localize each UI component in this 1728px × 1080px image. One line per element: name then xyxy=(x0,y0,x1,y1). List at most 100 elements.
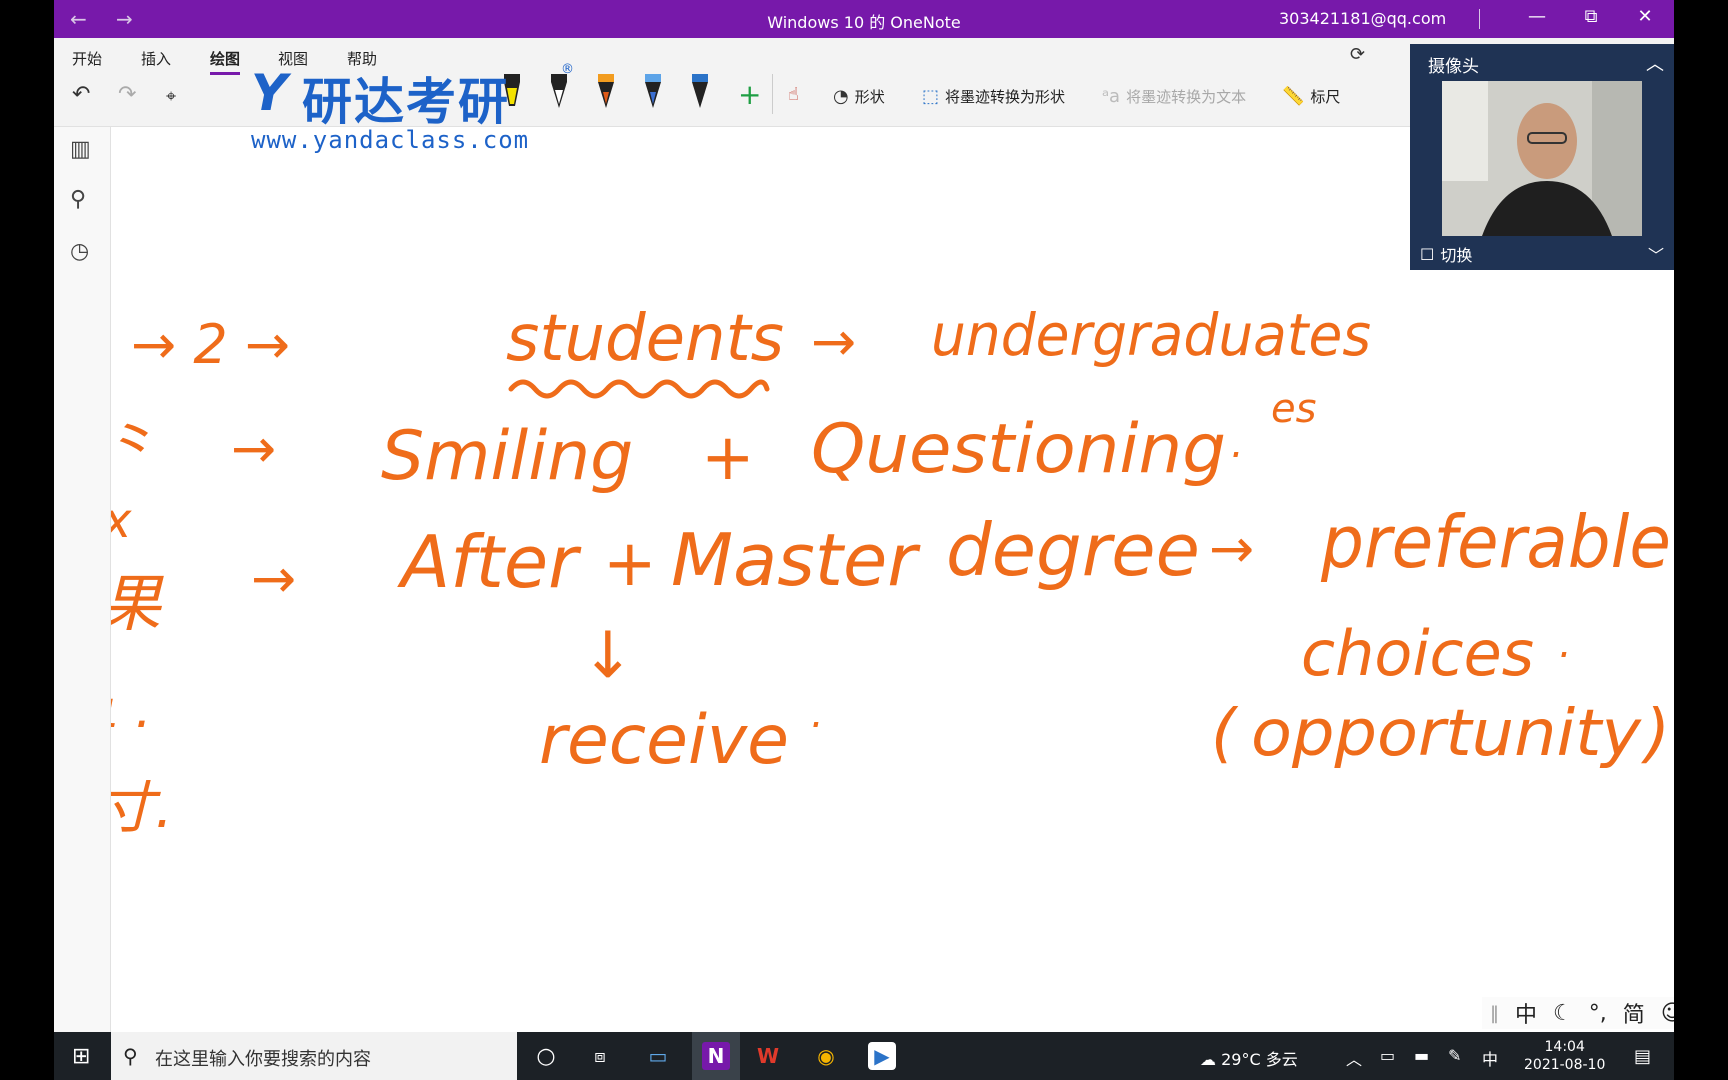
smiley-icon[interactable]: ☺ xyxy=(1661,1001,1674,1026)
pen-blue[interactable] xyxy=(642,74,664,116)
system-clock[interactable]: 14:04 2021-08-10 xyxy=(1524,1038,1605,1074)
ink-arrow: → xyxy=(251,547,296,610)
undo-icon[interactable]: ↶ xyxy=(72,82,90,107)
camera-panel: 摄像头 ︿ ☐ 切换 ﹀ xyxy=(1410,44,1674,270)
media-player-icon[interactable]: ▶ xyxy=(866,1040,898,1072)
pen-orange[interactable] xyxy=(595,74,617,116)
search-placeholder: 在这里输入你要搜索的内容 xyxy=(155,1049,371,1070)
cortana-icon[interactable]: ○ xyxy=(530,1040,562,1072)
ink-margin-fragment: ⺀ xyxy=(111,412,157,482)
search-icon[interactable]: ⚲ xyxy=(70,187,86,212)
moon-icon[interactable]: ☾ xyxy=(1553,1001,1573,1026)
ink-to-shape-label: 将墨迹转换为形状 xyxy=(945,88,1066,106)
tab-insert[interactable]: 插入 xyxy=(141,48,171,69)
watermark-url: www.yandaclass.com xyxy=(251,126,530,154)
ink-period: . xyxy=(1559,621,1572,667)
ink-margin-fragment: x xyxy=(111,493,132,549)
ink-margin-fragment: 寸. xyxy=(111,776,173,841)
close-button[interactable]: ✕ xyxy=(1630,6,1660,27)
camera-switch-button[interactable]: ☐ 切换 xyxy=(1420,242,1472,266)
camera-title: 摄像头 xyxy=(1428,57,1479,77)
ink-word-students: students xyxy=(506,302,784,376)
ink-margin-fragment: ι . xyxy=(111,680,152,740)
cloud-icon: ☁ xyxy=(1200,1050,1222,1069)
ink-word-preferable: preferable xyxy=(1320,500,1671,584)
weather-text: 29°C 多云 xyxy=(1221,1050,1298,1069)
ink-plus: + xyxy=(603,527,657,601)
ink-arrow: → xyxy=(1209,517,1254,580)
recent-clock-icon[interactable]: ◷ xyxy=(70,239,89,264)
presenter-silhouette xyxy=(1442,81,1642,236)
ime-punctuation[interactable]: °, xyxy=(1589,1001,1607,1026)
ink-plus: + xyxy=(701,421,755,495)
ink-margin-fragment: 果 xyxy=(111,567,164,640)
ink-wavy-underline xyxy=(508,379,770,399)
touch-draw-icon[interactable]: ☝ xyxy=(788,84,799,105)
pen-icon[interactable]: ✎ xyxy=(1448,1046,1461,1065)
camera-video-feed xyxy=(1442,81,1642,236)
add-pen-button[interactable]: + xyxy=(738,78,761,111)
ime-simplified[interactable]: 简 xyxy=(1623,997,1645,1029)
pen-black[interactable] xyxy=(548,74,570,116)
ruler-label: 标尺 xyxy=(1310,88,1341,106)
ink-word-choices: choices xyxy=(1301,617,1534,690)
restore-button[interactable]: ⧉ xyxy=(1576,6,1606,27)
tab-draw[interactable]: 绘图 xyxy=(210,48,241,75)
ime-toolbar: ‖ 中 ☾ °, 简 ☺ ⚙ xyxy=(1482,997,1674,1029)
ink-word-opportunity: opportunity xyxy=(1251,697,1642,771)
task-view-icon[interactable]: ⧈ xyxy=(584,1040,616,1072)
ruler-icon: 📏 xyxy=(1282,86,1305,107)
windows-start-icon[interactable]: ⊞ xyxy=(72,1044,90,1069)
lasso-select-icon[interactable]: ⌖ xyxy=(166,86,176,107)
sync-icon[interactable]: ⟳ xyxy=(1350,44,1365,65)
clock-time: 14:04 xyxy=(1544,1039,1585,1055)
title-bar: ← → Windows 10 的 OneNote 303421181@qq.co… xyxy=(54,0,1674,38)
redo-icon[interactable]: ↷ xyxy=(118,82,136,107)
onenote-taskbar-icon[interactable]: N xyxy=(692,1032,740,1080)
checkbox-icon: ☐ xyxy=(1420,244,1435,264)
shapes-icon: ◔ xyxy=(833,86,849,107)
notebooks-icon[interactable]: ▥ xyxy=(70,137,91,162)
ink-to-shape-icon: ⬚ xyxy=(922,86,940,107)
clock-date: 2021-08-10 xyxy=(1524,1057,1606,1073)
ink-period: . xyxy=(1231,421,1244,467)
ink-word-receive: receive xyxy=(539,701,789,780)
wps-office-icon[interactable]: W xyxy=(752,1040,784,1072)
ink-period: . xyxy=(811,691,824,737)
ruler-button[interactable]: 📏 标尺 xyxy=(1282,86,1340,107)
ime-chinese-mode[interactable]: 中 xyxy=(1515,997,1537,1029)
shapes-label: 形状 xyxy=(854,88,885,106)
ink-arrow: → xyxy=(231,417,276,480)
ime-drag-handle[interactable]: ‖ xyxy=(1490,1003,1499,1024)
input-language[interactable]: 中 xyxy=(1482,1046,1498,1070)
network-icon[interactable]: ▭ xyxy=(1380,1046,1395,1065)
side-navigation: ▥ ⚲ ◷ xyxy=(54,127,111,1032)
minimize-button[interactable]: — xyxy=(1522,6,1552,27)
chevron-up-icon[interactable]: ︿ xyxy=(1646,50,1664,76)
chevron-down-icon[interactable]: ﹀ xyxy=(1648,242,1664,266)
ink-to-shape-button[interactable]: ⬚ 将墨迹转换为形状 xyxy=(922,86,1065,107)
ink-arrow: → xyxy=(811,310,856,373)
ink-to-text-icon: ᵃa xyxy=(1102,86,1121,107)
pen-navy[interactable] xyxy=(689,74,711,116)
camera-switch-label: 切换 xyxy=(1440,246,1473,265)
tab-home[interactable]: 开始 xyxy=(72,48,102,69)
ink-down-arrow: ↓ xyxy=(581,619,635,693)
account-email[interactable]: 303421181@qq.com xyxy=(1279,9,1446,28)
watermark-brand: 研达考研 xyxy=(302,73,510,131)
ink-word-master: Master xyxy=(671,518,921,602)
shapes-button[interactable]: ◔ 形状 xyxy=(833,86,885,107)
notifications-icon[interactable]: ▤ xyxy=(1634,1046,1651,1067)
explorer-laptop-icon[interactable]: ▭ xyxy=(642,1040,674,1072)
ink-word-undergraduates: undergraduates xyxy=(931,301,1371,369)
title-separator xyxy=(1479,9,1480,29)
chevron-up-icon[interactable]: ︿ xyxy=(1346,1046,1362,1070)
weather-status[interactable]: ☁ 29°C 多云 xyxy=(1200,1046,1298,1070)
ribbon-divider xyxy=(772,74,773,114)
ink-to-text-label: 将墨迹转换为文本 xyxy=(1126,88,1247,106)
chrome-icon[interactable]: ◉ xyxy=(810,1040,842,1072)
taskbar-search-box[interactable]: ⚲ 在这里输入你要搜索的内容 xyxy=(111,1032,517,1080)
watermark-logo-letter: Y xyxy=(251,64,288,122)
battery-icon[interactable]: ▬ xyxy=(1414,1046,1429,1065)
ink-to-text-button[interactable]: ᵃa 将墨迹转换为文本 xyxy=(1102,86,1246,107)
